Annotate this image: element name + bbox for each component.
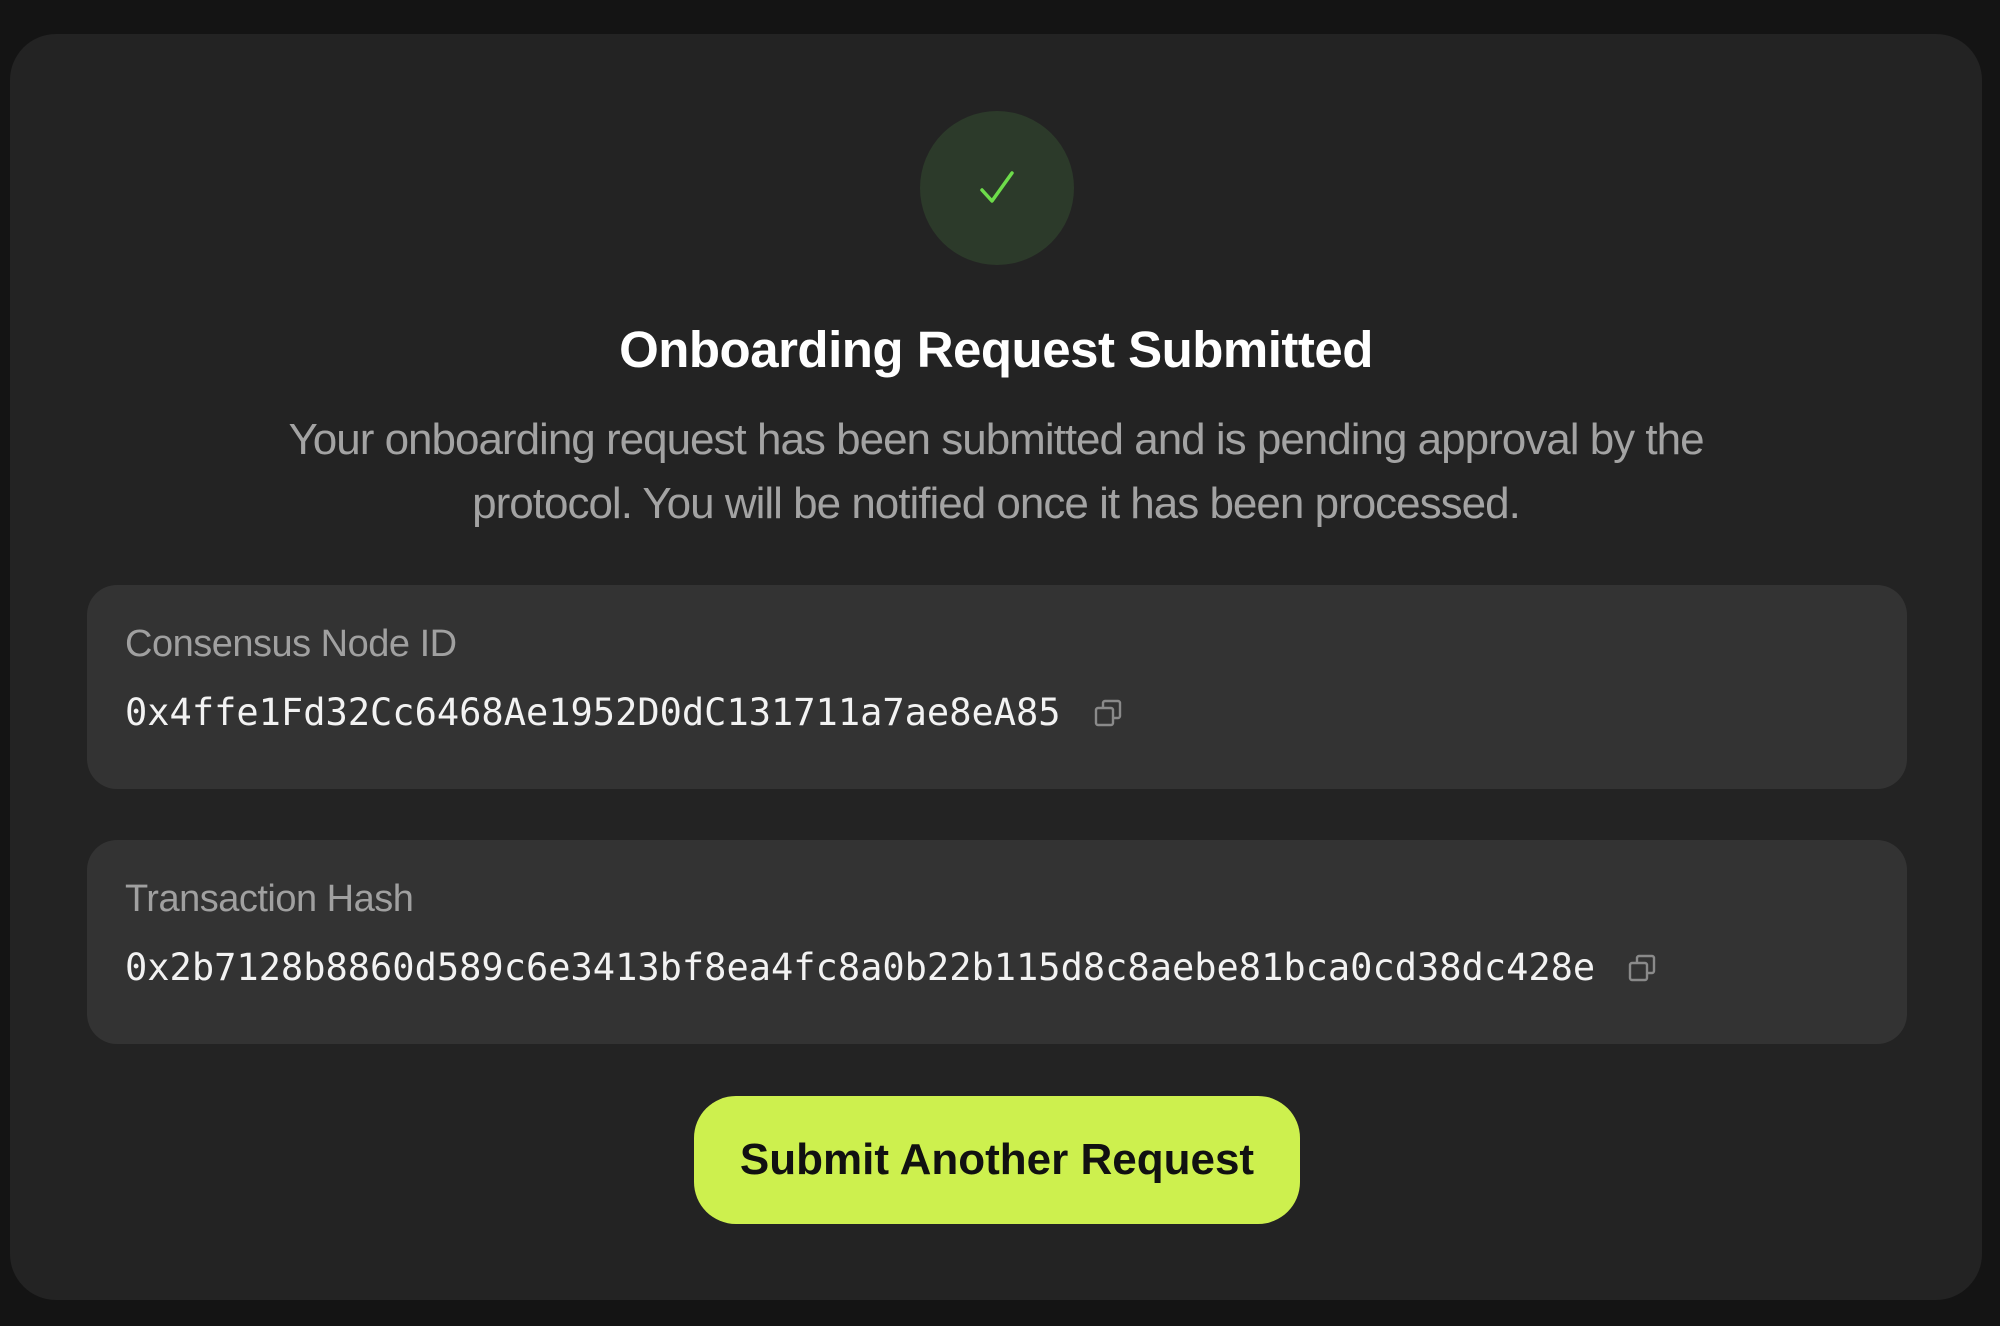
consensus-node-row: 0x4ffe1Fd32Cc6468Ae1952D0dC131711a7ae8eA… xyxy=(125,694,1125,731)
success-card: Onboarding Request Submitted Your onboar… xyxy=(10,34,1982,1300)
transaction-hash-box: Transaction Hash 0x2b7128b8860d589c6e341… xyxy=(87,840,1907,1044)
page-title: Onboarding Request Submitted xyxy=(619,321,1373,378)
consensus-node-value: 0x4ffe1Fd32Cc6468Ae1952D0dC131711a7ae8eA… xyxy=(125,691,1061,734)
copy-transaction-hash-button[interactable] xyxy=(1625,951,1659,985)
status-description: Your onboarding request has been submitt… xyxy=(288,415,1704,528)
copy-icon xyxy=(1094,699,1121,726)
submit-another-request-button[interactable]: Submit Another Request xyxy=(694,1096,1300,1224)
transaction-hash-label: Transaction Hash xyxy=(125,878,414,920)
transaction-hash-value: 0x2b7128b8860d589c6e3413bf8ea4fc8a0b22b1… xyxy=(125,946,1596,989)
copy-icon xyxy=(1629,954,1656,981)
copy-node-id-button[interactable] xyxy=(1091,696,1125,730)
transaction-hash-row: 0x2b7128b8860d589c6e3413bf8ea4fc8a0b22b1… xyxy=(125,949,1659,986)
consensus-node-label: Consensus Node ID xyxy=(125,623,457,665)
success-badge xyxy=(920,111,1074,265)
consensus-node-box: Consensus Node ID 0x4ffe1Fd32Cc6468Ae195… xyxy=(87,585,1907,789)
checkmark-icon xyxy=(980,171,1014,203)
